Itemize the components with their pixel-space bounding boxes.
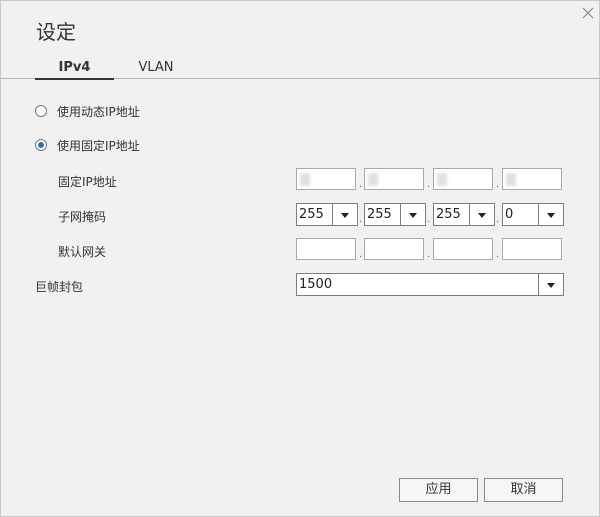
gateway-octet-3[interactable] [433, 238, 493, 260]
octet-separator: . [496, 179, 500, 190]
subnet-mask-select-4[interactable]: 0 [502, 203, 564, 226]
chevron-down-icon[interactable] [538, 204, 563, 225]
subnet-mask-select-1[interactable]: 255 [296, 203, 358, 226]
static-ip-octet-4[interactable] [502, 168, 562, 190]
tab-ipv4[interactable]: IPv4 [35, 60, 114, 80]
cancel-button[interactable]: 取消 [484, 478, 563, 502]
chevron-down-icon[interactable] [332, 204, 357, 225]
jumbo-frame-label: 巨帧封包 [35, 280, 84, 294]
static-ip-octet-1[interactable] [296, 168, 356, 190]
jumbo-frame-value: 1500 [299, 277, 333, 292]
gateway-octet-4[interactable] [502, 238, 562, 260]
static-ip-field-label: 固定IP地址 [58, 175, 117, 189]
gateway-label: 默认网关 [58, 245, 107, 259]
settings-dialog: 设定 IPv4 VLAN 使用动态IP地址 使用固定IP地址 固定IP地址 . … [0, 0, 600, 517]
subnet-mask-value-1: 255 [299, 207, 324, 222]
static-ip-octet-2[interactable] [364, 168, 424, 190]
tab-bar: IPv4 VLAN [1, 58, 599, 80]
subnet-mask-select-2[interactable]: 255 [364, 203, 426, 226]
chevron-down-icon[interactable] [469, 204, 494, 225]
subnet-mask-select-3[interactable]: 255 [433, 203, 495, 226]
close-icon[interactable] [580, 5, 596, 21]
octet-separator: . [359, 249, 363, 260]
jumbo-frame-select[interactable]: 1500 [296, 273, 564, 296]
octet-separator: . [496, 249, 500, 260]
chevron-down-icon[interactable] [538, 274, 563, 295]
subnet-mask-value-2: 255 [367, 207, 392, 222]
subnet-mask-value-3: 255 [436, 207, 461, 222]
octet-separator: . [359, 214, 363, 225]
octet-separator: . [427, 214, 431, 225]
gateway-octet-1[interactable] [296, 238, 356, 260]
dynamic-ip-label: 使用动态IP地址 [57, 105, 140, 119]
dynamic-ip-radio[interactable] [35, 105, 47, 117]
gateway-octet-2[interactable] [364, 238, 424, 260]
static-ip-label: 使用固定IP地址 [57, 139, 140, 153]
apply-button[interactable]: 应用 [399, 478, 478, 502]
chevron-down-icon[interactable] [400, 204, 425, 225]
tab-vlan[interactable]: VLAN [123, 60, 189, 78]
static-ip-octet-3[interactable] [433, 168, 493, 190]
subnet-mask-value-4: 0 [505, 207, 514, 222]
subnet-mask-label: 子网掩码 [58, 210, 107, 224]
octet-separator: . [359, 179, 363, 190]
octet-separator: . [427, 179, 431, 190]
octet-separator: . [427, 249, 431, 260]
dialog-title: 设定 [36, 20, 76, 44]
octet-separator: . [496, 214, 500, 225]
static-ip-radio[interactable] [35, 139, 47, 151]
